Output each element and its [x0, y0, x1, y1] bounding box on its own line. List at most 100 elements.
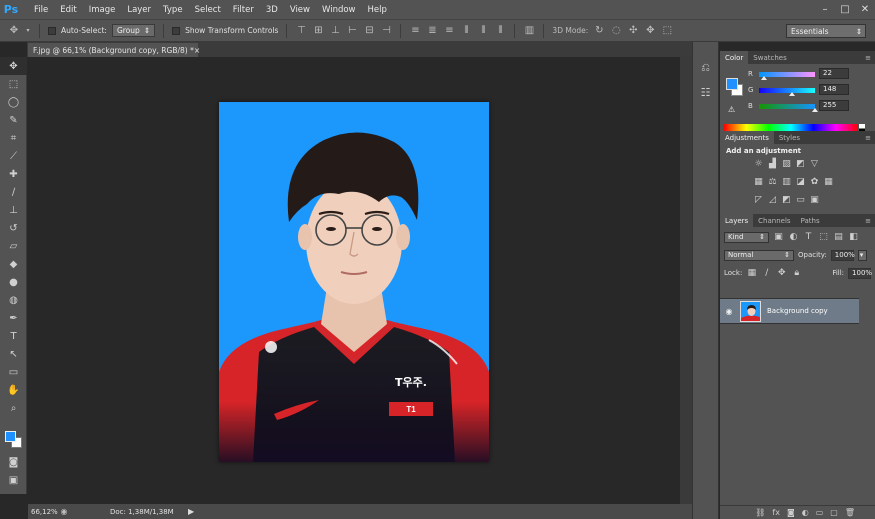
document-image[interactable]: T1 T우주.	[219, 102, 489, 462]
menu-help[interactable]: Help	[362, 5, 393, 15]
menu-view[interactable]: View	[284, 5, 316, 15]
filter-adjustment-icon[interactable]: ◐	[788, 232, 799, 242]
filter-type-icon[interactable]: T	[803, 232, 814, 242]
document-tab[interactable]: F.jpg @ 66,1% (Background copy, RGB/8) *…	[28, 43, 200, 57]
distribute-top-icon[interactable]: ≡	[409, 25, 421, 37]
filter-smart-icon[interactable]: ▤	[833, 232, 844, 242]
menu-file[interactable]: File	[28, 5, 54, 15]
quick-select-tool-icon[interactable]: ✎	[0, 111, 27, 129]
tab-layers[interactable]: Layers	[720, 214, 754, 227]
healing-tool-icon[interactable]: ✚	[0, 165, 27, 183]
green-value-input[interactable]: 148	[819, 84, 849, 95]
menu-edit[interactable]: Edit	[54, 5, 82, 15]
distribute-left-icon[interactable]: ⦀	[460, 25, 472, 37]
marquee-tool-icon[interactable]: ⬚	[0, 75, 27, 93]
photo-filter-icon[interactable]: ◪	[795, 177, 806, 187]
pen-tool-icon[interactable]: ✒	[0, 309, 27, 327]
panel-menu-icon[interactable]: ≡	[861, 214, 875, 227]
channel-mixer-icon[interactable]: ✿	[809, 177, 820, 187]
menu-filter[interactable]: Filter	[227, 5, 260, 15]
selective-color-icon[interactable]: ▣	[809, 195, 820, 205]
blue-slider-handle[interactable]	[811, 107, 818, 112]
close-button[interactable]: ✕	[855, 0, 875, 19]
auto-align-icon[interactable]: ▥	[523, 25, 535, 37]
lasso-tool-icon[interactable]: ◯	[0, 93, 27, 111]
move-tool-icon[interactable]: ✥	[0, 57, 27, 75]
menu-type[interactable]: Type	[157, 5, 189, 15]
3d-roll-icon[interactable]: ◌	[610, 25, 622, 37]
filter-toggle-icon[interactable]: ◧	[848, 232, 859, 242]
lock-position-icon[interactable]: ✥	[776, 268, 787, 278]
eraser-tool-icon[interactable]: ▱	[0, 237, 27, 255]
gradient-map-icon[interactable]: ▭	[795, 195, 806, 205]
history-panel-icon[interactable]: ⎌	[693, 56, 718, 80]
tab-styles[interactable]: Styles	[774, 131, 805, 144]
hue-saturation-icon[interactable]: ▦	[753, 177, 764, 187]
status-menu-arrow-icon[interactable]: ▶	[188, 507, 198, 516]
exposure-icon[interactable]: ◩	[795, 159, 806, 169]
hand-tool-icon[interactable]: ✋	[0, 381, 27, 399]
quick-mask-icon[interactable]: ◙	[0, 453, 27, 471]
distribute-hcenter-icon[interactable]: ⦀	[477, 25, 489, 37]
auto-select-checkbox[interactable]	[48, 26, 56, 35]
align-vcenter-icon[interactable]: ⊞	[312, 25, 324, 37]
tab-channels[interactable]: Channels	[753, 214, 795, 227]
show-transform-checkbox[interactable]	[172, 26, 181, 35]
align-bottom-icon[interactable]: ⊥	[329, 25, 341, 37]
blue-value-input[interactable]: 255	[819, 100, 849, 111]
panel-foreground-swatch[interactable]	[726, 78, 738, 90]
stamp-tool-icon[interactable]: ⊥	[0, 201, 27, 219]
blue-slider[interactable]	[758, 103, 818, 112]
layer-row[interactable]: ◉ Background copy	[720, 298, 859, 324]
minimize-button[interactable]: –	[815, 0, 835, 19]
foreground-color-swatch[interactable]	[5, 431, 16, 442]
red-slider[interactable]	[758, 71, 815, 80]
layer-style-icon[interactable]: fx	[772, 508, 780, 517]
red-slider-handle[interactable]	[760, 75, 767, 80]
blur-tool-icon[interactable]: ●	[0, 273, 27, 291]
3d-scale-icon[interactable]: ⬚	[661, 25, 673, 37]
align-right-icon[interactable]: ⊣	[380, 25, 392, 37]
lock-all-icon[interactable]: 🔒︎	[791, 268, 802, 278]
invert-icon[interactable]: ◸	[753, 195, 764, 205]
type-tool-icon[interactable]: T	[0, 327, 27, 345]
align-hcenter-icon[interactable]: ⊟	[363, 25, 375, 37]
align-top-icon[interactable]: ⊤	[295, 25, 307, 37]
close-tab-icon[interactable]: ×	[194, 46, 200, 55]
move-tool-preset-icon[interactable]: ✥	[8, 25, 20, 37]
brush-tool-icon[interactable]: ∕	[0, 183, 27, 201]
add-mask-icon[interactable]: ◙	[787, 508, 795, 517]
brightness-icon[interactable]: ☼	[753, 159, 764, 169]
tab-paths[interactable]: Paths	[796, 214, 825, 227]
panel-menu-icon[interactable]: ≡	[861, 131, 875, 144]
new-group-icon[interactable]: ▭	[816, 508, 824, 517]
black-white-icon[interactable]: ▥	[781, 177, 792, 187]
tab-adjustments[interactable]: Adjustments	[720, 131, 774, 144]
tab-swatches[interactable]: Swatches	[748, 51, 791, 64]
green-slider[interactable]	[759, 87, 816, 96]
kind-filter-dropdown[interactable]: Kind ⇕	[724, 231, 769, 243]
posterize-icon[interactable]: ◿	[767, 195, 778, 205]
distribute-bottom-icon[interactable]: ≡	[443, 25, 455, 37]
3d-slide-icon[interactable]: ✥	[644, 25, 656, 37]
crop-tool-icon[interactable]: ⌗	[0, 129, 27, 147]
history-brush-tool-icon[interactable]: ↺	[0, 219, 27, 237]
menu-layer[interactable]: Layer	[121, 5, 157, 15]
threshold-icon[interactable]: ◩	[781, 195, 792, 205]
maximize-button[interactable]: □	[835, 0, 855, 19]
opacity-slider-button[interactable]: ▾	[857, 249, 867, 261]
color-lookup-icon[interactable]: ▦	[823, 177, 834, 187]
tab-color[interactable]: Color	[720, 51, 749, 64]
eyedropper-tool-icon[interactable]: ⟋	[0, 147, 27, 165]
delete-layer-icon[interactable]: 🗑︎	[845, 508, 855, 517]
align-left-icon[interactable]: ⊢	[346, 25, 358, 37]
menu-3d[interactable]: 3D	[260, 5, 284, 15]
chevron-down-icon[interactable]: ▾	[25, 25, 31, 37]
properties-panel-icon[interactable]: ☷	[693, 80, 718, 104]
menu-image[interactable]: Image	[83, 5, 122, 15]
new-adjustment-icon[interactable]: ◐	[802, 508, 809, 517]
distribute-vcenter-icon[interactable]: ≣	[426, 25, 438, 37]
lock-pixels-icon[interactable]: ∕	[761, 268, 772, 278]
green-slider-handle[interactable]	[788, 91, 795, 96]
vertical-scrollbar[interactable]	[680, 57, 692, 504]
